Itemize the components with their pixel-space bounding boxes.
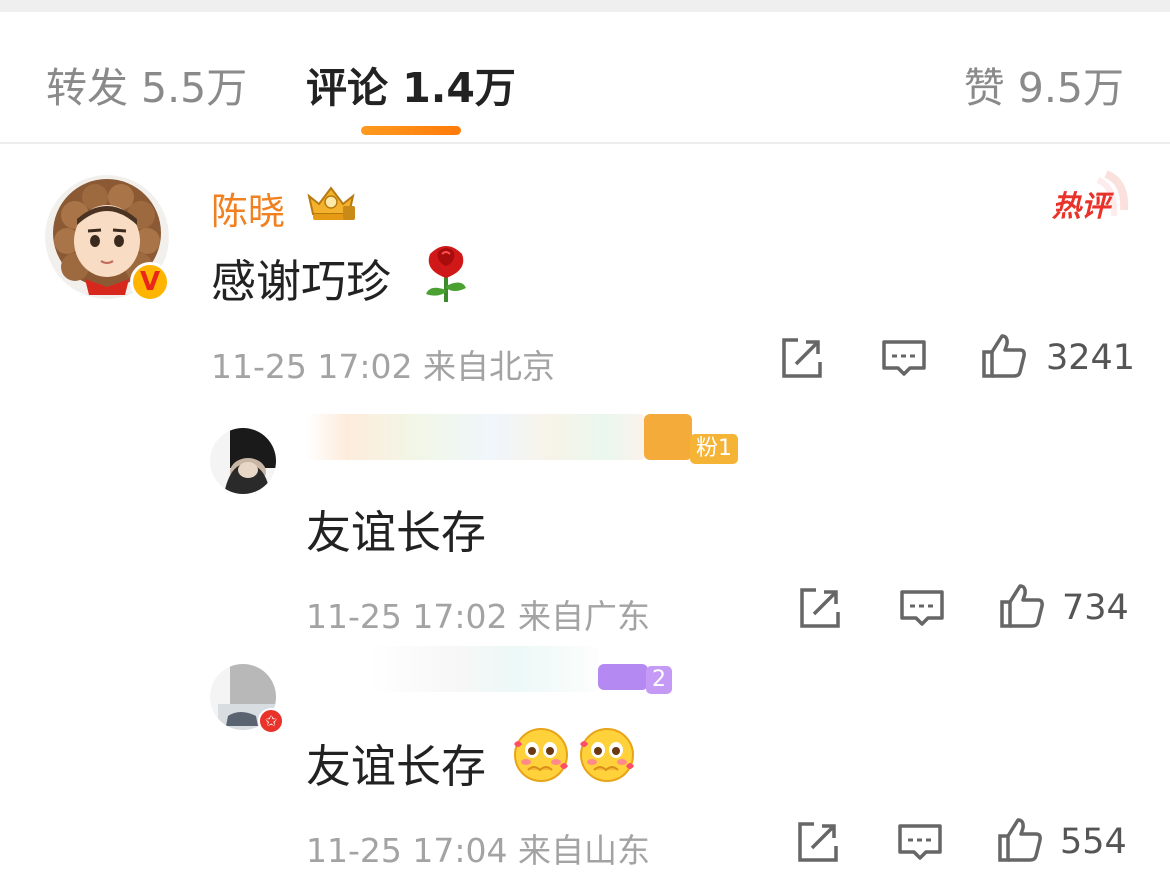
reply-username-blurred[interactable] (368, 646, 598, 692)
comment-time: 11-25 17:02 (211, 347, 413, 386)
reply-avatar[interactable] (210, 428, 276, 494)
reply-meta: 11-25 17:04 来自山东 (306, 824, 650, 872)
fan-level-block (644, 414, 692, 460)
comment-icon[interactable] (896, 818, 944, 866)
tab-comments[interactable]: 评论 1.4万 (306, 54, 516, 114)
divider (0, 142, 1170, 144)
like-count: 554 (1060, 822, 1127, 862)
tab-likes[interactable]: 赞 9.5万 (964, 54, 1124, 114)
reply-time: 11-25 17:04 (306, 831, 508, 870)
comment-username[interactable]: 陈晓 (211, 181, 285, 235)
fan-level-block (598, 664, 648, 690)
hot-comment-tag: 热评 (1052, 189, 1111, 223)
like-count: 3241 (1046, 338, 1136, 378)
like-count: 734 (1062, 588, 1129, 628)
reply-username-blurred[interactable] (306, 414, 646, 460)
reply-text: 友谊长存 (306, 506, 487, 559)
member-star-badge: ✩ (258, 708, 284, 734)
fan-badge: 2 (646, 666, 672, 694)
comment-icon[interactable] (898, 584, 946, 632)
tab-bar: 转发 5.5万 评论 1.4万 赞 9.5万 (0, 12, 1170, 142)
rose-emoji (426, 246, 466, 302)
reply-location: 来自山东 (517, 831, 650, 870)
verified-v-icon: V (130, 262, 170, 302)
thumbs-up-icon[interactable] (980, 332, 1028, 380)
comment-text: 感谢巧珍 (211, 255, 392, 308)
active-tab-indicator (361, 126, 461, 135)
crown-badge-icon (307, 186, 355, 220)
status-strip (0, 0, 1170, 12)
share-icon[interactable] (778, 334, 826, 382)
shy-face-emoji (580, 728, 634, 782)
shy-face-emoji (514, 728, 568, 782)
comment-meta: 11-25 17:02 来自北京 (211, 340, 555, 388)
reply-text: 友谊长存 (306, 740, 487, 793)
reply-time: 11-25 17:02 (306, 597, 508, 636)
reply-location: 来自广东 (517, 597, 650, 636)
share-icon[interactable] (794, 818, 842, 866)
share-icon[interactable] (796, 584, 844, 632)
reply-meta: 11-25 17:02 来自广东 (306, 590, 650, 638)
thumbs-up-icon[interactable] (998, 582, 1046, 630)
thumbs-up-icon[interactable] (996, 816, 1044, 864)
tab-reposts[interactable]: 转发 5.5万 (46, 54, 247, 114)
fan-badge: 粉1 (690, 434, 738, 464)
comment-icon[interactable] (880, 334, 928, 382)
comment-location: 来自北京 (422, 347, 555, 386)
